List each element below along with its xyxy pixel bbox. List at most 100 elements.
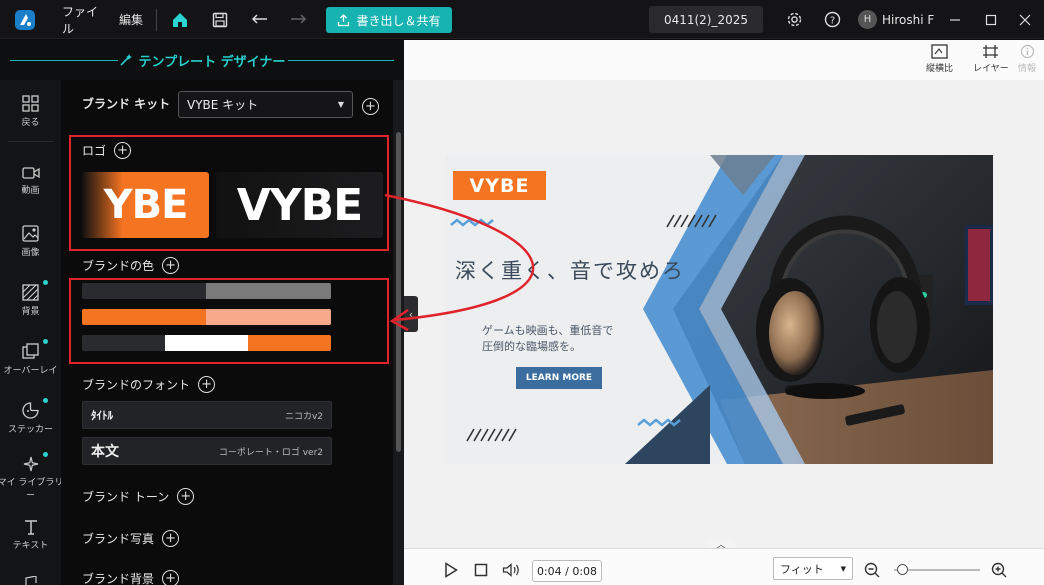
nav-sticker[interactable]: ステッカー xyxy=(0,402,61,435)
bg-label: ブランド背景 xyxy=(82,572,155,585)
undo-icon[interactable] xyxy=(248,0,272,39)
designer-wand-icon xyxy=(119,54,132,66)
nav-sticker-new-dot xyxy=(43,398,48,403)
panel-scroll-thumb[interactable] xyxy=(396,132,401,452)
tone-section-header: ブランド トーン + xyxy=(82,488,195,505)
info-label: 情報 xyxy=(1018,64,1037,74)
nav-overlay-label: オーバーレイ xyxy=(3,366,58,376)
info-icon xyxy=(1020,44,1034,59)
minimize-icon[interactable] xyxy=(944,0,966,39)
add-bg-icon[interactable]: + xyxy=(162,570,180,585)
home-icon[interactable] xyxy=(168,0,192,39)
aspect-ratio-button[interactable]: 縦横比 xyxy=(926,44,953,74)
banner-artwork xyxy=(445,155,993,464)
menu-file[interactable]: ファイル xyxy=(62,0,106,39)
add-tone-icon[interactable]: + xyxy=(177,488,195,505)
add-photo-icon[interactable]: + xyxy=(162,530,180,547)
zoom-out-icon[interactable] xyxy=(862,555,882,585)
nav-image-label: 画像 xyxy=(21,248,40,258)
nav-my-library-label-wrap: ー xyxy=(25,491,35,501)
banner-body-line-2: 圧倒的な臨場感を。 xyxy=(482,340,581,353)
play-icon[interactable] xyxy=(442,555,460,585)
aspect-ratio-label: 縦横比 xyxy=(926,64,954,74)
nav-back[interactable]: 戻る xyxy=(0,95,61,128)
nav-background-new-dot xyxy=(43,280,48,285)
menu-edit[interactable]: 編集 xyxy=(114,0,148,39)
nav-background-label: 背景 xyxy=(21,307,40,317)
designer-title: テンプレート デザイナー xyxy=(119,51,286,70)
banner-cta-button[interactable]: LEARN MORE xyxy=(516,367,602,389)
nav-overlay[interactable]: オーバーレイ xyxy=(0,343,61,376)
save-icon[interactable] xyxy=(208,0,232,39)
username[interactable]: Hiroshi F xyxy=(882,0,934,39)
nav-my-library-label: マイ ライブラリ xyxy=(0,478,64,488)
banner-body-line-1: ゲームも映画も、重低音で xyxy=(482,324,614,337)
image-icon xyxy=(22,225,39,242)
stop-icon[interactable] xyxy=(472,555,490,585)
volume-icon[interactable] xyxy=(500,555,522,585)
zoom-slider-knob[interactable] xyxy=(897,564,908,575)
top-bar: ファイル 編集 書き出し＆共有 0411(2)_2025 ? H Hiroshi… xyxy=(0,0,1044,39)
overlay-icon xyxy=(22,343,39,359)
header-line-left xyxy=(10,60,118,61)
plus-circle-icon: + xyxy=(362,98,379,115)
nav-video[interactable]: 動画 xyxy=(0,166,61,196)
app-window: ファイル 編集 書き出し＆共有 0411(2)_2025 ? H Hiroshi… xyxy=(0,0,1044,585)
brand-kit-label: ブランド キット xyxy=(82,95,170,112)
project-name[interactable]: 0411(2)_2025 xyxy=(649,6,763,33)
nav-library-new-dot xyxy=(43,452,48,457)
close-icon[interactable] xyxy=(1014,0,1036,39)
banner-logo: VYBE xyxy=(469,174,530,197)
font-row-body[interactable]: 本文 コーポレート・ロゴ ver2 xyxy=(82,437,332,465)
menu-divider xyxy=(156,9,157,31)
music-icon xyxy=(24,576,37,585)
font-body-name: コーポレート・ロゴ ver2 xyxy=(218,447,323,458)
add-brand-kit-button[interactable]: + xyxy=(362,95,379,115)
tone-label: ブランド トーン xyxy=(82,490,170,504)
fonts-section-header: ブランドのフォント + xyxy=(82,376,216,393)
brand-kit-select[interactable]: VYBE キット ▼ xyxy=(178,91,353,118)
maximize-icon[interactable] xyxy=(980,0,1002,39)
designer-title-text: テンプレート デザイナー xyxy=(138,54,286,70)
add-font-icon[interactable]: + xyxy=(198,376,216,393)
nav-background[interactable]: 背景 xyxy=(0,284,61,317)
help-icon[interactable]: ? xyxy=(820,0,844,39)
logo-highlight-box xyxy=(69,135,389,251)
avatar[interactable]: H xyxy=(858,10,877,29)
banner-preview[interactable]: VYBE 深く重く、音で攻めろ ゲームも映画も、重低音で 圧倒的な臨場感を。 L… xyxy=(445,155,993,464)
layer-button[interactable]: レイヤー xyxy=(973,44,1009,74)
panel-collapse-tab[interactable]: ‹ xyxy=(404,296,418,332)
redo-icon[interactable] xyxy=(286,0,310,39)
nav-my-library[interactable]: マイ ライブラリ ー xyxy=(0,456,64,501)
brand-kit-selected: VYBE キット xyxy=(187,98,259,112)
banner-body: ゲームも映画も、重低音で 圧倒的な臨場感を。 xyxy=(482,323,613,355)
zoom-fit-select[interactable]: フィット ▼ xyxy=(773,557,853,580)
nav-text[interactable]: テキスト xyxy=(0,519,61,551)
layer-icon xyxy=(983,45,999,58)
app-logo-icon[interactable] xyxy=(12,0,38,39)
chevron-left-icon: ‹ xyxy=(408,307,414,321)
font-title-sample: ﾀｲﾄﾙ xyxy=(91,409,113,422)
dropdown-caret-icon: ▼ xyxy=(840,564,846,573)
color-highlight-box xyxy=(69,278,389,364)
sparkle-icon xyxy=(23,456,38,472)
nav-back-label: 戻る xyxy=(21,118,40,128)
font-title-name: ニコカv2 xyxy=(284,411,323,422)
background-pattern-icon xyxy=(22,284,39,301)
upload-icon xyxy=(338,13,350,26)
settings-gear-icon[interactable] xyxy=(782,0,806,39)
designer-header: テンプレート デザイナー xyxy=(0,40,404,80)
nav-image[interactable]: 画像 xyxy=(0,225,61,258)
info-button[interactable]: 情報 xyxy=(1018,44,1036,74)
add-color-icon[interactable]: + xyxy=(162,257,180,274)
font-row-title[interactable]: ﾀｲﾄﾙ ニコカv2 xyxy=(82,401,332,429)
photo-section-header: ブランド写真 + xyxy=(82,530,180,547)
colors-section-header: ブランドの色 + xyxy=(82,257,180,274)
zoom-in-icon[interactable] xyxy=(989,555,1009,585)
nav-sticker-label: ステッカー xyxy=(7,425,53,435)
colors-label: ブランドの色 xyxy=(82,259,155,273)
nav-more[interactable] xyxy=(0,576,61,585)
nav-divider xyxy=(8,141,53,142)
export-share-button[interactable]: 書き出し＆共有 xyxy=(326,7,452,33)
svg-text:?: ? xyxy=(829,16,834,27)
